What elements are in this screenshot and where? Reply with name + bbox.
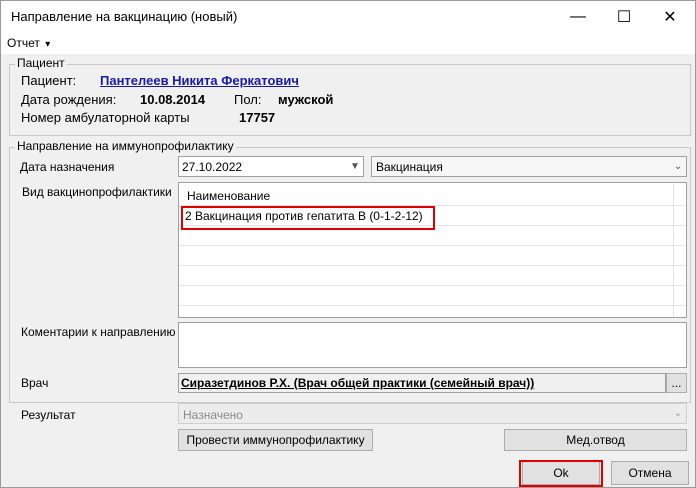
column-header-name: Наименование — [187, 189, 271, 203]
doctor-label: Врач — [21, 376, 49, 390]
dialog-window: Направление на вакцинацию (новый) — ☐ ✕ … — [0, 0, 696, 488]
card-number-value: 17757 — [239, 110, 276, 125]
row-divider — [179, 305, 686, 306]
minimize-button[interactable]: — — [555, 1, 601, 32]
doctor-field[interactable]: Сиразетдинов Р.Х. (Врач общей практики (… — [178, 373, 666, 393]
date-picker[interactable]: 27.10.2022 ▼ — [178, 156, 364, 177]
chevron-down-icon: ▼ — [350, 161, 360, 172]
maximize-icon: ☐ — [616, 8, 632, 26]
medical-exemption-label: Мед.отвод — [566, 433, 625, 447]
cancel-button[interactable]: Отмена — [611, 461, 689, 485]
highlight-box-ok — [519, 460, 603, 487]
comments-input[interactable] — [178, 322, 687, 368]
date-label: Дата назначения — [20, 160, 115, 174]
comments-label: Коментарии к направлению — [21, 325, 176, 339]
chevron-down-icon: ⌄ — [673, 161, 683, 172]
window-title: Направление на вакцинацию (новый) — [11, 9, 238, 24]
cancel-label: Отмена — [628, 466, 672, 480]
sex-value: мужской — [278, 92, 334, 107]
ellipsis-icon: ... — [671, 376, 682, 390]
title-bar: Направление на вакцинацию (новый) — ☐ ✕ — [1, 1, 695, 32]
vaccine-kind-table[interactable]: Наименование 2 Вакцинация против гепатит… — [178, 182, 687, 318]
medical-exemption-button[interactable]: Мед.отвод — [504, 429, 687, 451]
birth-date-label: Дата рождения: — [21, 92, 117, 107]
date-value: 27.10.2022 — [182, 160, 243, 174]
birth-date-value: 10.08.2014 — [140, 92, 206, 107]
menu-bar: Отчет ▾ — [1, 32, 695, 54]
vaccination-type-value: Вакцинация — [376, 160, 443, 174]
report-menu-label: Отчет — [7, 36, 40, 50]
minimize-icon: — — [570, 7, 586, 25]
doctor-value: Сиразетдинов Р.Х. (Врач общей практики (… — [181, 376, 535, 390]
result-value: Назначено — [183, 408, 243, 422]
chevron-down-icon: ⌄ — [673, 408, 683, 419]
report-menu[interactable]: Отчет ▾ — [7, 36, 50, 50]
close-icon: ✕ — [663, 8, 677, 26]
patient-group-legend: Пациент — [15, 56, 67, 70]
row-divider — [179, 245, 686, 246]
row-divider — [179, 265, 686, 266]
card-number-label: Номер амбулаторной карты — [21, 110, 190, 125]
close-button[interactable]: ✕ — [647, 1, 693, 32]
patient-name-link[interactable]: Пантелеев Никита Феркатович — [100, 73, 299, 88]
patient-label: Пациент: — [21, 73, 77, 88]
maximize-button[interactable]: ☐ — [601, 1, 647, 32]
highlight-box-vaccine-row — [181, 206, 435, 230]
result-select[interactable]: Назначено ⌄ — [178, 403, 687, 424]
vaccination-type-select[interactable]: Вакцинация ⌄ — [371, 156, 687, 177]
column-divider — [673, 183, 674, 317]
sex-label: Пол: — [234, 92, 262, 107]
result-label: Результат — [21, 408, 76, 422]
table-header: Наименование — [179, 183, 686, 206]
row-divider — [179, 285, 686, 286]
referral-group-legend: Направление на иммунопрофилактику — [15, 139, 236, 153]
chevron-down-icon: ▾ — [45, 39, 51, 50]
perform-immunization-label: Провести иммунопрофилактику — [186, 433, 365, 447]
vaccine-kind-label: Вид вакцинопрофилактики — [22, 185, 172, 199]
perform-immunization-button[interactable]: Провести иммунопрофилактику — [178, 429, 373, 451]
doctor-select-button[interactable]: ... — [666, 373, 687, 393]
